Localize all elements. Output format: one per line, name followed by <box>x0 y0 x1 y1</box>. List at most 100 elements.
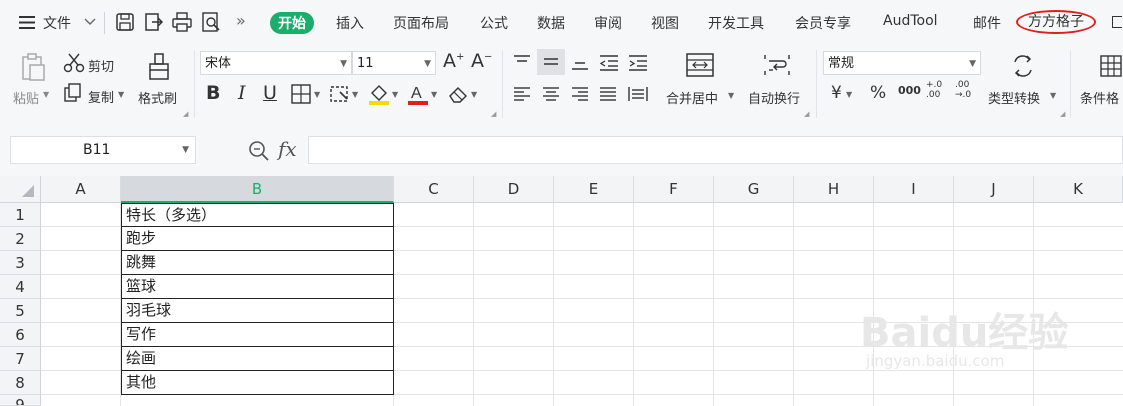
merge-dropdown-icon[interactable]: ▼ <box>728 91 734 100</box>
conditional-format-label[interactable]: 条件格 <box>1080 88 1119 107</box>
row-header[interactable]: 6 <box>0 323 41 347</box>
cell-B1[interactable]: 特长（多选） <box>121 203 394 227</box>
formula-input[interactable] <box>308 136 1123 164</box>
borders-icon[interactable] <box>291 84 311 104</box>
merge-center-label[interactable]: 合并居中 <box>666 88 718 107</box>
merge-center-icon[interactable] <box>685 52 715 78</box>
cell-B6[interactable]: 写作 <box>121 323 394 347</box>
tab-insert[interactable]: 插入 <box>336 13 364 33</box>
cell-style-icon[interactable] <box>330 84 350 104</box>
type-convert-label[interactable]: 类型转换 <box>988 88 1040 107</box>
tab-audtool[interactable]: AudTool <box>883 13 938 29</box>
currency-button[interactable]: ¥ <box>831 83 842 103</box>
italic-button[interactable]: I <box>238 82 246 104</box>
paste-icon[interactable] <box>18 52 48 82</box>
tab-formulas[interactable]: 公式 <box>480 13 508 33</box>
font-name-select[interactable]: 宋体 ▼ <box>200 51 352 75</box>
cell-B3[interactable]: 跳舞 <box>121 251 394 275</box>
row-header[interactable]: 8 <box>0 371 41 395</box>
export-pdf-icon[interactable] <box>143 11 165 33</box>
column-header-selected[interactable]: B <box>121 176 394 203</box>
eraser-dropdown-icon[interactable]: ▼ <box>471 90 477 99</box>
row-header[interactable]: 5 <box>0 299 41 323</box>
cell-B4[interactable]: 篮球 <box>121 275 394 299</box>
borders-dropdown-icon[interactable]: ▼ <box>314 90 320 99</box>
type-convert-icon[interactable] <box>1009 52 1037 80</box>
column-header[interactable]: G <box>714 176 794 203</box>
clipboard-launcher-icon[interactable]: ◢ <box>183 110 188 118</box>
align-bottom-icon[interactable] <box>570 54 590 72</box>
align-center-icon[interactable] <box>541 86 561 102</box>
currency-dropdown-icon[interactable]: ▼ <box>846 90 852 99</box>
tab-page-layout[interactable]: 页面布局 <box>393 13 449 33</box>
decrease-decimal-button[interactable]: .00 →.0 <box>955 80 981 100</box>
thousands-button[interactable]: 000 <box>898 84 921 97</box>
cut-label[interactable]: 剪切 <box>88 56 114 75</box>
fill-color-dropdown-icon[interactable]: ▼ <box>392 90 398 99</box>
row-header[interactable]: 1 <box>0 203 41 227</box>
wrap-text-icon[interactable] <box>762 52 792 78</box>
font-size-select[interactable]: 11 ▼ <box>352 51 436 75</box>
select-all-corner[interactable] <box>0 176 41 203</box>
tab-fangfanggezi[interactable]: 方方格子 <box>1016 10 1096 34</box>
font-launcher-icon[interactable]: ◢ <box>491 110 496 118</box>
column-header[interactable]: K <box>1034 176 1123 203</box>
align-right-icon[interactable] <box>570 86 590 102</box>
distributed-align-icon[interactable] <box>627 86 649 102</box>
increase-indent-icon[interactable] <box>627 54 649 72</box>
cell-B5[interactable]: 羽毛球 <box>121 299 394 323</box>
chevron-down-icon[interactable] <box>84 18 96 26</box>
underline-button[interactable]: U <box>263 82 277 104</box>
alignment-launcher-icon[interactable]: ◢ <box>804 110 809 118</box>
tab-developer[interactable]: 开发工具 <box>708 13 764 33</box>
column-header[interactable]: E <box>554 176 634 203</box>
conditional-format-icon[interactable] <box>1099 54 1123 78</box>
row-header[interactable]: 2 <box>0 227 41 251</box>
paste-label[interactable]: 粘贴 <box>13 88 39 107</box>
column-header[interactable]: F <box>634 176 714 203</box>
font-color-icon[interactable]: A <box>407 82 429 106</box>
align-top-icon[interactable] <box>512 54 532 70</box>
row-header[interactable]: 7 <box>0 347 41 371</box>
type-convert-dropdown-icon[interactable]: ▼ <box>1050 91 1056 100</box>
zoom-search-icon[interactable] <box>248 140 270 162</box>
name-box[interactable]: B11 ▼ <box>10 136 196 164</box>
column-header[interactable]: I <box>874 176 954 203</box>
print-preview-icon[interactable] <box>200 11 222 33</box>
align-left-icon[interactable] <box>512 86 532 102</box>
font-color-dropdown-icon[interactable]: ▼ <box>431 90 437 99</box>
copy-dropdown-icon[interactable]: ▼ <box>118 90 124 99</box>
column-header[interactable]: H <box>794 176 874 203</box>
increase-decimal-button[interactable]: +.0 .00 <box>926 80 950 100</box>
more-icon[interactable]: » <box>236 11 246 30</box>
column-header[interactable]: A <box>41 176 121 203</box>
paste-dropdown-icon[interactable]: ▼ <box>43 90 49 99</box>
format-painter-icon[interactable] <box>145 52 173 82</box>
justify-icon[interactable] <box>598 86 618 102</box>
tab-home[interactable]: 开始 <box>270 12 314 34</box>
decrease-font-icon[interactable]: A− <box>471 50 492 72</box>
tab-view[interactable]: 视图 <box>651 13 679 33</box>
cell-style-dropdown-icon[interactable]: ▼ <box>352 90 358 99</box>
overflow-icon[interactable] <box>1112 16 1122 28</box>
cell-B2[interactable]: 跑步 <box>121 227 394 251</box>
wrap-text-label[interactable]: 自动换行 <box>748 88 800 107</box>
save-icon[interactable] <box>114 11 136 33</box>
copy-label[interactable]: 复制 <box>88 87 114 106</box>
decrease-indent-icon[interactable] <box>598 54 620 72</box>
menu-icon[interactable] <box>19 16 35 29</box>
column-header[interactable]: D <box>474 176 554 203</box>
print-icon[interactable] <box>171 11 193 33</box>
bold-button[interactable]: B <box>206 82 220 104</box>
row-header[interactable]: 9 <box>0 395 41 406</box>
tab-member[interactable]: 会员专享 <box>795 13 851 33</box>
eraser-icon[interactable] <box>447 84 469 104</box>
format-painter-label[interactable]: 格式刷 <box>138 88 177 107</box>
copy-icon[interactable] <box>63 83 83 103</box>
tab-data[interactable]: 数据 <box>537 13 565 33</box>
fill-color-icon[interactable] <box>368 82 390 106</box>
cell-B7[interactable]: 绘画 <box>121 347 394 371</box>
fx-icon[interactable]: fx <box>278 137 297 161</box>
cell-B8[interactable]: 其他 <box>121 371 394 395</box>
increase-font-icon[interactable]: A+ <box>443 50 464 72</box>
